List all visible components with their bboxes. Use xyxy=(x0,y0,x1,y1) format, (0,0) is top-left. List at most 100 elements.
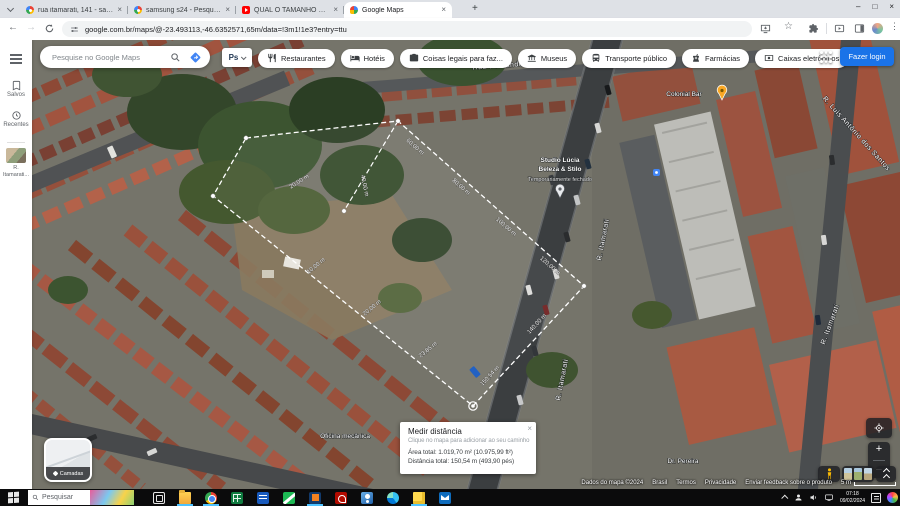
search-icon[interactable] xyxy=(170,52,181,63)
close-icon[interactable]: × xyxy=(527,424,532,433)
blue-app-icon[interactable] xyxy=(354,489,380,506)
tab-close-icon[interactable]: × xyxy=(117,6,122,14)
my-location-button[interactable] xyxy=(866,418,892,438)
maps-search-box[interactable]: Pesquise no Google Maps xyxy=(40,46,210,68)
measure-title: Medir distância xyxy=(408,427,528,436)
ps-extension-button[interactable]: Ps xyxy=(222,48,252,67)
recent-place-thumbnail[interactable] xyxy=(6,148,26,163)
network-display-icon[interactable] xyxy=(824,493,834,502)
acrobat-icon[interactable] xyxy=(328,489,354,506)
maps-sidebar: Salvos Recentes R. Itamarati... xyxy=(0,40,32,489)
browser-tab[interactable]: Google Maps× xyxy=(344,2,452,18)
news-interest-image[interactable] xyxy=(90,490,135,505)
sidebar-item-saved[interactable]: Salvos xyxy=(0,80,32,98)
tab-close-icon[interactable]: × xyxy=(225,6,230,14)
chip-hot-is[interactable]: Hotéis xyxy=(341,49,394,68)
attribution-item[interactable]: Enviar feedback sobre o produto xyxy=(745,480,832,486)
chip-farm-cias[interactable]: Farmácias xyxy=(682,49,749,68)
sidebar-item-recents[interactable]: Recentes xyxy=(0,110,32,128)
green-app-icon[interactable] xyxy=(276,489,302,506)
sticky-notes-icon[interactable] xyxy=(406,489,432,506)
menu-kebab-icon[interactable]: ⋮ xyxy=(890,21,899,32)
history-clock-icon xyxy=(11,110,22,121)
menu-hamburger-icon[interactable] xyxy=(10,54,22,56)
taskbar-search[interactable]: Pesquisar xyxy=(28,490,134,505)
edge-icon[interactable] xyxy=(380,489,406,506)
refresh-icon[interactable] xyxy=(44,23,55,34)
action-center-icon[interactable] xyxy=(871,493,881,503)
task-view-button[interactable] xyxy=(146,489,172,506)
sidebar-saved-label: Salvos xyxy=(7,92,25,98)
tab-close-icon[interactable]: × xyxy=(333,6,338,14)
attribution-item[interactable]: Brasil xyxy=(652,480,667,486)
chip-coisas-legais-para-faz-[interactable]: Coisas legais para faz... xyxy=(400,49,512,68)
clock-date: 09/02/2024 xyxy=(840,498,865,505)
google-favicon-icon xyxy=(134,6,142,14)
hidden-icons-chevron[interactable] xyxy=(781,495,788,502)
chip-museus[interactable]: Museus xyxy=(518,49,576,68)
measure-vertex[interactable] xyxy=(396,119,400,123)
divider xyxy=(826,23,827,34)
pharmacy-icon xyxy=(691,53,701,63)
excel-icon[interactable] xyxy=(224,489,250,506)
tab-close-icon[interactable]: × xyxy=(441,6,446,14)
chip-label: Museus xyxy=(541,54,567,63)
chip-label: Hotéis xyxy=(364,54,385,63)
login-button[interactable]: Fazer login xyxy=(840,47,894,66)
word-icon[interactable] xyxy=(250,489,276,506)
recent-place-label: R. Itamarati... xyxy=(0,165,32,178)
maximize-icon[interactable]: □ xyxy=(872,2,877,11)
file-explorer-icon[interactable] xyxy=(172,489,198,506)
chrome-icon[interactable] xyxy=(198,489,224,506)
attribution-item[interactable]: Termos xyxy=(676,480,696,486)
person-tray-icon[interactable] xyxy=(794,493,803,502)
map-label: Beleza & Stilo xyxy=(539,166,582,173)
scale-bar xyxy=(854,482,896,486)
media-control-icon[interactable] xyxy=(834,23,845,34)
forward-icon[interactable]: → xyxy=(26,22,36,33)
side-panel-icon[interactable] xyxy=(854,23,865,34)
chip-label: Coisas legais para faz... xyxy=(423,54,503,63)
map-label: Colonial Bar xyxy=(666,91,702,98)
camera-icon xyxy=(409,53,419,63)
map-label: Studio Lúcia xyxy=(541,157,580,164)
start-button[interactable] xyxy=(8,492,19,504)
measure-vertex[interactable] xyxy=(582,284,586,288)
browser-tab[interactable]: rua itamarati, 141 - santa teres...× xyxy=(20,2,128,18)
back-icon[interactable]: ← xyxy=(8,22,18,33)
windows-taskbar: Pesquisar 07:18 09/02/2024 xyxy=(0,489,900,506)
directions-icon[interactable] xyxy=(189,51,202,64)
tune-icon xyxy=(70,25,79,34)
orange-app-icon[interactable] xyxy=(302,489,328,506)
browser-tab[interactable]: samsung s24 - Pesquisa Google× xyxy=(128,2,236,18)
minimize-icon[interactable]: – xyxy=(856,2,860,11)
address-bar[interactable]: google.com.br/maps/@-23.493113,-46.63525… xyxy=(62,21,752,37)
chip-caixas-eletr-nicos[interactable]: Caixas eletrônicos xyxy=(755,49,848,68)
colorful-app-icon[interactable] xyxy=(887,492,898,503)
tab-title: QUAL O TAMANHO NORMAL D... xyxy=(254,7,329,14)
clock[interactable]: 07:18 09/02/2024 xyxy=(840,491,865,504)
measure-vertex[interactable] xyxy=(244,136,248,140)
layers-widget[interactable]: Camadas xyxy=(44,438,92,482)
extensions-icon[interactable] xyxy=(808,23,819,34)
measure-vertex[interactable] xyxy=(342,209,346,213)
volume-icon[interactable] xyxy=(809,493,818,502)
window-controls: – □ × xyxy=(856,2,894,11)
close-icon[interactable]: × xyxy=(889,2,894,11)
attribution-item[interactable]: Dados do mapa ©2024 xyxy=(581,480,643,486)
zoom-in-button[interactable]: + xyxy=(876,444,882,455)
chip-restaurantes[interactable]: Restaurantes xyxy=(258,49,335,68)
measure-vertex[interactable] xyxy=(211,194,215,198)
chip-transporte-p-blico[interactable]: Transporte público xyxy=(582,49,676,68)
new-tab-button[interactable]: + xyxy=(472,3,478,14)
bookmark-star-icon[interactable]: ☆ xyxy=(784,21,793,32)
profile-avatar[interactable] xyxy=(872,23,883,34)
google-apps-grid-icon[interactable] xyxy=(820,51,832,63)
attribution-item[interactable]: Privacidade xyxy=(705,480,736,486)
attribution-items: Dados do mapa ©2024 Brasil Termos Privacida… xyxy=(581,480,832,486)
browser-tab[interactable]: QUAL O TAMANHO NORMAL D... × xyxy=(236,2,344,18)
tab-search-icon[interactable] xyxy=(5,4,16,15)
divider xyxy=(873,460,885,461)
mail-icon[interactable] xyxy=(432,489,458,506)
install-icon[interactable] xyxy=(760,23,771,34)
